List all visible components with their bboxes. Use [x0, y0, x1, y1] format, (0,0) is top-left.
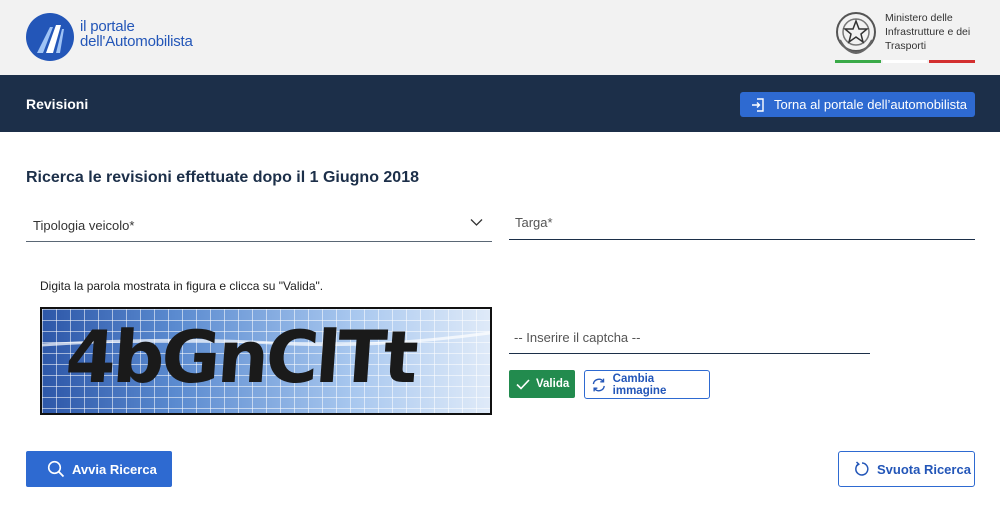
vehicle-type-select[interactable]: Tipologia veicolo* [26, 206, 492, 242]
ministry-name: Ministero delle Infrastrutture e dei Tra… [885, 11, 995, 53]
search-icon [47, 460, 65, 478]
page-title: Revisioni [26, 96, 89, 112]
validate-button[interactable]: Valida [509, 370, 575, 398]
chevron-down-icon [470, 219, 483, 226]
plate-field[interactable] [509, 206, 975, 240]
section-title: Ricerca le revisioni effettuate dopo il … [26, 169, 419, 186]
captcha-text: 4bGnClTt [63, 315, 418, 399]
vehicle-type-label: Tipologia veicolo* [33, 218, 135, 233]
captcha-input[interactable] [509, 322, 870, 353]
back-to-portal-button[interactable]: Torna al portale dell’automobilista [740, 92, 975, 117]
search-label: Avvia Ricerca [72, 461, 157, 477]
reset-label: Svuota Ricerca [877, 461, 971, 477]
captcha-field[interactable] [509, 322, 870, 354]
italian-republic-emblem-icon [834, 8, 878, 56]
ministry-line3: Trasporti [885, 40, 927, 52]
flag-green-stripe [835, 60, 881, 63]
logo-line1: il portale [80, 18, 135, 35]
change-image-button[interactable]: Cambia immagine [584, 370, 710, 399]
reset-search-button[interactable]: Svuota Ricerca [838, 451, 975, 487]
refresh-icon [592, 378, 605, 391]
check-icon [516, 378, 530, 390]
road-logo-icon[interactable] [26, 13, 74, 61]
ministry-line1: Ministero delle [885, 12, 953, 24]
flag-white-stripe [883, 60, 927, 63]
flag-red-stripe [929, 60, 975, 63]
enter-icon [752, 97, 764, 112]
logo-line2: dell'Automobilista [80, 33, 193, 50]
change-image-label: Cambia immagine [612, 372, 667, 397]
plate-input[interactable] [509, 206, 975, 239]
ministry-line2: Infrastrutture e dei [885, 26, 971, 38]
back-button-label: Torna al portale dell’automobilista [774, 97, 967, 112]
portal-logo-text[interactable]: il portale dell'Automobilista [80, 19, 193, 49]
navbar: Revisioni Torna al portale dell’automobi… [0, 75, 1000, 132]
validate-label: Valida [536, 378, 570, 390]
captcha-instruction: Digita la parola mostrata in figura e cl… [40, 279, 324, 293]
top-header: il portale dell'Automobilista Ministero … [0, 0, 1000, 75]
reset-icon [855, 461, 869, 476]
search-button[interactable]: Avvia Ricerca [26, 451, 172, 487]
captcha-image: 4bGnClTt [40, 307, 492, 415]
